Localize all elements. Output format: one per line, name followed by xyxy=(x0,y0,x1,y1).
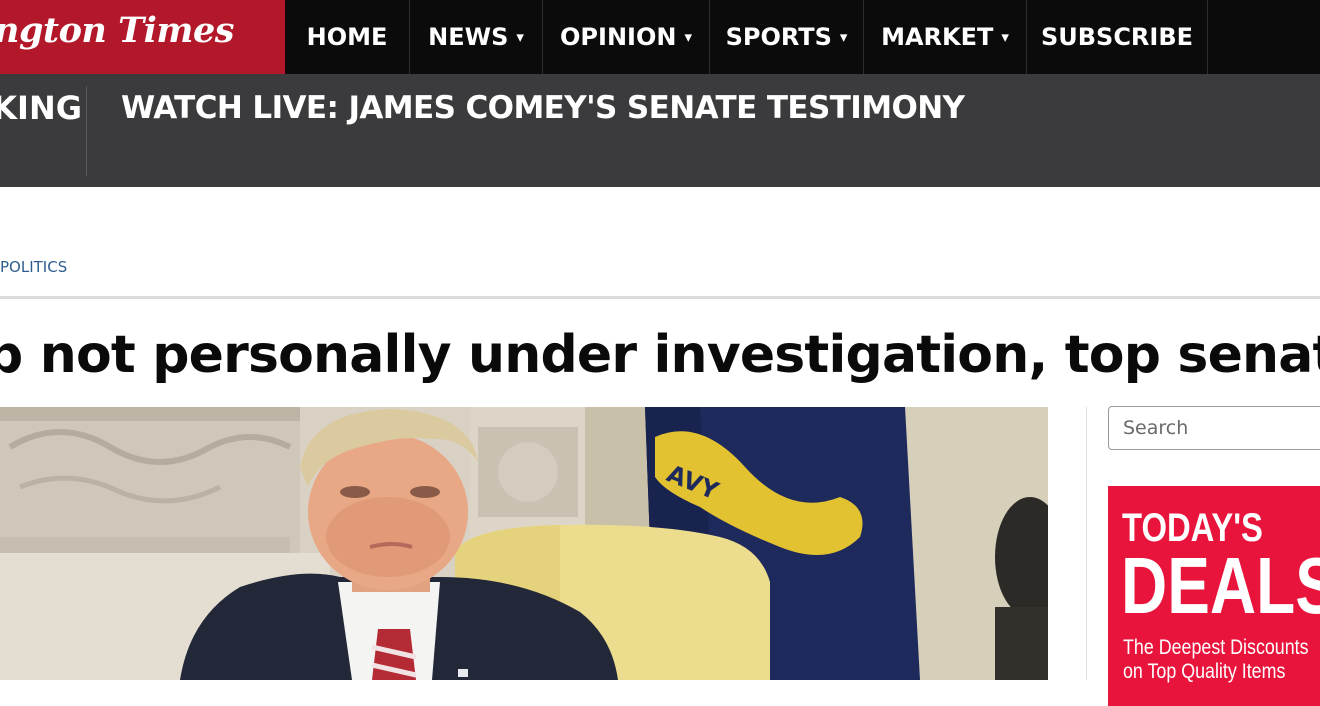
chevron-down-icon: ▾ xyxy=(839,28,848,46)
ad-subtext-line2: on Top Quality Items xyxy=(1123,660,1286,683)
nav-item-label: OPINION xyxy=(560,23,677,51)
chevron-down-icon: ▾ xyxy=(516,28,524,46)
main-nav: HOME NEWS ▾ OPINION ▾ SPORTS ▾ MARKET ▾ … xyxy=(285,0,1208,74)
breaking-divider xyxy=(86,86,87,176)
nav-item-opinion[interactable]: OPINION ▾ xyxy=(543,0,710,74)
nav-item-sports[interactable]: SPORTS ▾ xyxy=(710,0,864,74)
article-photo: AVY xyxy=(0,407,1048,680)
nav-item-label: MARKET xyxy=(881,23,994,51)
sidebar-divider xyxy=(1086,407,1087,680)
breaking-news-bar: BREAKING WATCH LIVE: JAMES COMEY'S SENAT… xyxy=(0,74,1320,187)
ad-headline-large: DEALS xyxy=(1121,541,1320,630)
breaking-label: BREAKING xyxy=(0,86,82,140)
section-divider xyxy=(0,296,1320,299)
article-title-text: p not personally under investigation, to… xyxy=(0,325,1320,385)
ad-subtext-line1: The Deepest Discounts xyxy=(1123,636,1309,659)
chevron-down-icon: ▾ xyxy=(684,28,692,46)
nav-item-news[interactable]: NEWS ▾ xyxy=(410,0,543,74)
breaking-headline-link[interactable]: WATCH LIVE: JAMES COMEY'S SENATE TESTIMO… xyxy=(121,86,965,130)
nav-item-label: SUBSCRIBE xyxy=(1040,23,1194,51)
todays-deals-ad[interactable]: TODAY'S DEALS The Deepest Discounts on T… xyxy=(1108,486,1320,706)
search-input[interactable] xyxy=(1108,406,1320,450)
ad-subtext: The Deepest Discounts on Top Quality Ite… xyxy=(1123,636,1309,684)
article-photo-image: AVY xyxy=(0,407,1048,680)
breaking-label-text: BREAKING xyxy=(0,89,82,127)
site-logo-text[interactable]: ngton Times xyxy=(0,10,234,51)
nav-item-label: HOME xyxy=(306,23,388,51)
article-title: p not personally under investigation, to… xyxy=(0,320,1320,392)
top-navigation-bar: ngton Times HOME NEWS ▾ OPINION ▾ SPORTS… xyxy=(0,0,1320,74)
nav-item-subscribe[interactable]: SUBSCRIBE xyxy=(1027,0,1208,74)
nav-item-home[interactable]: HOME xyxy=(285,0,410,74)
section-link-politics[interactable]: POLITICS xyxy=(0,257,67,277)
site-logo[interactable]: ngton Times xyxy=(0,0,285,74)
nav-item-market[interactable]: MARKET ▾ xyxy=(864,0,1027,74)
nav-item-label: SPORTS xyxy=(725,23,832,51)
nav-item-label: NEWS xyxy=(428,23,509,51)
chevron-down-icon: ▾ xyxy=(1001,28,1009,46)
